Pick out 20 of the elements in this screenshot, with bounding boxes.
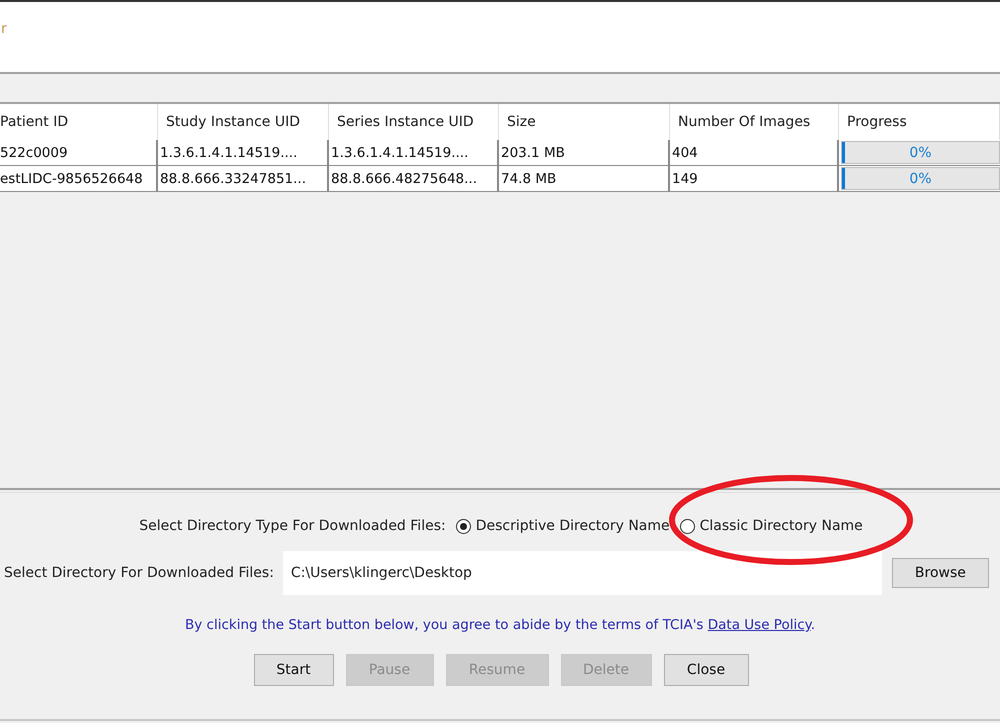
action-button[interactable]: Start <box>254 654 334 686</box>
header-text: r <box>1 21 7 37</box>
radio-icon[interactable] <box>680 518 695 534</box>
progress-text: 0% <box>909 170 932 186</box>
directory-type-label: Select Directory Type For Downloaded Files: <box>139 518 446 534</box>
table-cell: 88.8.666.33247851... <box>158 166 329 191</box>
radio-option[interactable]: Descriptive Directory Name <box>456 518 670 534</box>
directory-field[interactable]: C:\Users\klingerc\Desktop <box>282 551 882 595</box>
table-cell: 88.8.666.48275648... <box>329 166 499 191</box>
directory-label: Select Directory For Downloaded Files: <box>4 565 274 581</box>
action-button[interactable]: Close <box>664 654 748 686</box>
table-cell: 74.8 MB <box>499 166 670 191</box>
table-cell: 149 <box>670 166 839 191</box>
policy-link[interactable]: Data Use Policy <box>708 617 811 633</box>
browse-button[interactable]: Browse <box>892 558 989 588</box>
table-cell: estLIDC-9856526648 <box>0 166 158 191</box>
policy-notice: By clicking the Start button below, you agree to abide by the terms of TCIA's Data Use Policy. <box>185 617 815 633</box>
radio-icon[interactable] <box>456 518 471 534</box>
radio-option[interactable]: Classic Directory Name <box>680 518 863 534</box>
progress-text: 0% <box>909 144 932 160</box>
